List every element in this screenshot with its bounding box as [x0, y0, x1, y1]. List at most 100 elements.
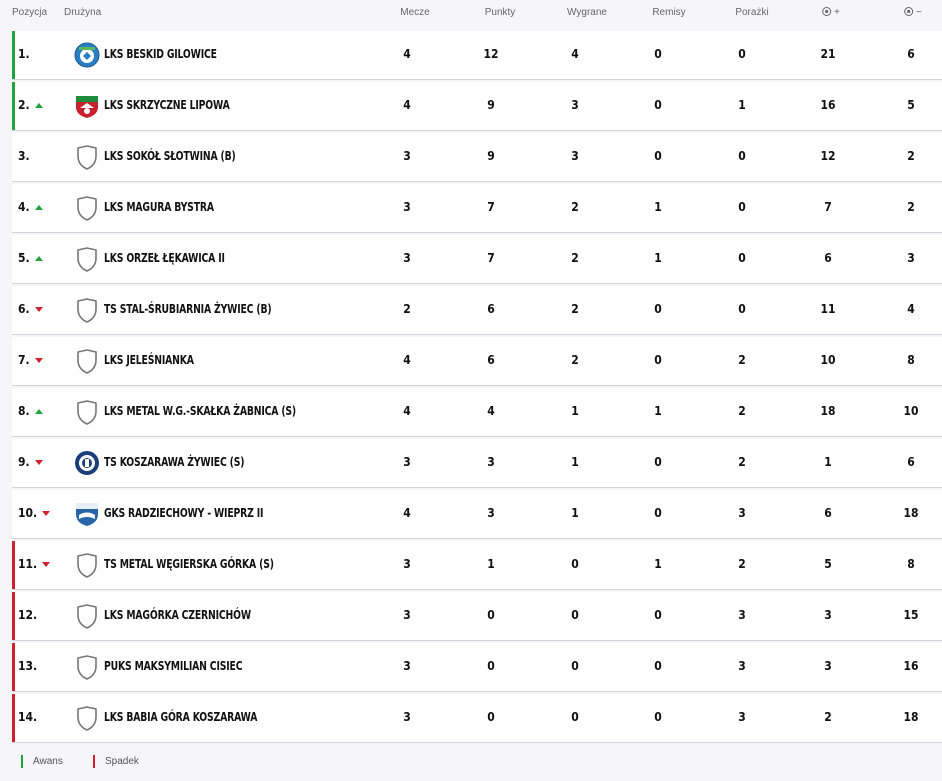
team-name-link[interactable]: LKS Babia Góra Koszarawa	[104, 710, 257, 724]
losses-cell: 0	[738, 47, 746, 61]
col-played-header: Mecze	[400, 7, 430, 18]
legend-relegation-label: Spadek	[105, 756, 139, 767]
position-cell: 7.	[18, 353, 43, 367]
losses-cell: 3	[738, 659, 746, 673]
played-cell: 3	[403, 455, 411, 469]
col-draws-header: Remisy	[652, 7, 686, 18]
wins-cell: 1	[571, 455, 579, 469]
table-row[interactable]: 3. LKS Sokół Słotwina (B) 3 9 3 0 0 12 2	[12, 133, 942, 182]
table-row[interactable]: 6. TS Stal-Śrubiarnia Żywiec (B) 2 6 2 0 0 11 4	[12, 286, 942, 335]
wins-cell: 3	[571, 98, 579, 112]
played-cell: 2	[403, 302, 411, 316]
points-cell: 12	[483, 47, 499, 61]
goals-against-cell: 2	[907, 149, 915, 163]
played-cell: 3	[403, 710, 411, 724]
losses-cell: 3	[738, 506, 746, 520]
col-losses-header: Porażki	[735, 7, 769, 18]
shield-icon	[74, 603, 100, 629]
team-name-link[interactable]: PUKS Maksymilian Cisiec	[104, 659, 243, 673]
legend-promotion-label: Awans	[33, 756, 63, 767]
table-row[interactable]: 14. LKS Babia Góra Koszarawa 3 0 0 0 3 2 18	[12, 694, 942, 743]
losses-cell: 2	[738, 557, 746, 571]
wins-cell: 2	[571, 200, 579, 214]
relegation-swatch	[93, 755, 95, 768]
played-cell: 3	[403, 251, 411, 265]
relegation-marker	[12, 541, 15, 589]
goals-against-cell: 18	[903, 506, 919, 520]
team-name-link[interactable]: LKS Beskid Gilowice	[104, 47, 217, 61]
draws-cell: 0	[654, 506, 662, 520]
wins-cell: 2	[571, 251, 579, 265]
goals-against-cell: 8	[907, 557, 915, 571]
losses-cell: 2	[738, 455, 746, 469]
losses-cell: 0	[738, 200, 746, 214]
table-row[interactable]: 5. LKS Orzeł Łękawica II 3 7 2 1 0 6 3	[12, 235, 942, 284]
radziechowy-crest	[74, 501, 100, 527]
team-name-link[interactable]: LKS Magórka Czernichów	[104, 608, 251, 622]
draws-cell: 0	[654, 302, 662, 316]
team-name-link[interactable]: LKS Jeleśnianka	[104, 353, 194, 367]
position-cell: 10.	[18, 506, 51, 520]
position-number: 9.	[18, 455, 30, 469]
team-name-link[interactable]: LKS Metal W.G.-Skałka Żabnica (S)	[104, 404, 296, 418]
shield-icon	[74, 399, 100, 425]
points-cell: 6	[487, 302, 495, 316]
points-cell: 1	[487, 557, 495, 571]
team-name-link[interactable]: GKS Radziechowy - Wieprz II	[104, 506, 263, 520]
played-cell: 3	[403, 149, 411, 163]
draws-cell: 0	[654, 149, 662, 163]
draws-cell: 0	[654, 608, 662, 622]
promotion-swatch	[21, 755, 23, 768]
promotion-marker	[12, 82, 15, 130]
points-cell: 3	[487, 455, 495, 469]
team-name-link[interactable]: TS Metal Węgierska Górka (S)	[104, 557, 274, 571]
football-icon	[904, 7, 914, 16]
col-wins-header: Wygrane	[567, 7, 607, 18]
points-cell: 0	[487, 608, 495, 622]
goals-for-cell: 5	[824, 557, 832, 571]
col-points-header: Punkty	[484, 7, 516, 18]
team-name-link[interactable]: LKS Skrzyczne Lipowa	[104, 98, 230, 112]
points-cell: 7	[487, 251, 495, 265]
shield-icon	[74, 195, 100, 221]
position-number: 1.	[18, 47, 30, 61]
relegation-marker	[12, 643, 15, 691]
koszarawa-crest	[74, 450, 100, 476]
table-row[interactable]: 2. LKS Skrzyczne Lipowa 4 9 3 0 1 16 5	[12, 82, 942, 131]
legend-relegation: Spadek	[93, 755, 139, 768]
goals-against-cell: 10	[903, 404, 919, 418]
position-number: 7.	[18, 353, 30, 367]
goals-against-cell: 6	[907, 455, 915, 469]
shield-icon	[74, 297, 100, 323]
team-name-link[interactable]: LKS Magura Bystra	[104, 200, 214, 214]
team-name-link[interactable]: TS Koszarawa Żywiec (S)	[104, 455, 244, 469]
table-row[interactable]: 8. LKS Metal W.G.-Skałka Żabnica (S) 4 4 1 1 2…	[12, 388, 942, 437]
position-cell: 3.	[18, 149, 30, 163]
shield-icon	[74, 144, 100, 170]
table-row[interactable]: 1. LKS Beskid Gilowice 4 12 4 0 0 21 6	[12, 31, 942, 80]
played-cell: 4	[403, 353, 411, 367]
shield-icon	[74, 654, 100, 680]
goals-for-cell: 16	[820, 98, 836, 112]
team-name-link[interactable]: LKS Sokół Słotwina (B)	[104, 149, 236, 163]
draws-cell: 1	[654, 557, 662, 571]
wins-cell: 0	[571, 557, 579, 571]
position-number: 12.	[18, 608, 38, 622]
draws-cell: 0	[654, 353, 662, 367]
goals-against-cell: 8	[907, 353, 915, 367]
table-row[interactable]: 4. LKS Magura Bystra 3 7 2 1 0 7 2	[12, 184, 942, 233]
table-row[interactable]: 13. PUKS Maksymilian Cisiec 3 0 0 0 3 3 16	[12, 643, 942, 692]
draws-cell: 0	[654, 455, 662, 469]
table-row[interactable]: 9. TS Koszarawa Żywiec (S) 3 3 1 0 2 1 6	[12, 439, 942, 488]
table-row[interactable]: 7. LKS Jeleśnianka 4 6 2 0 2 10 8	[12, 337, 942, 386]
team-name-link[interactable]: TS Stal-Śrubiarnia Żywiec (B)	[104, 302, 272, 316]
played-cell: 4	[403, 98, 411, 112]
table-row[interactable]: 11. TS Metal Węgierska Górka (S) 3 1 0 1 2 5 8	[12, 541, 942, 590]
lipowa-crest	[74, 93, 100, 119]
table-row[interactable]: 10. GKS Radziechowy - Wieprz II 4 3 1 0 3 6 18	[12, 490, 942, 539]
goals-against-cell: 6	[907, 47, 915, 61]
table-row[interactable]: 12. LKS Magórka Czernichów 3 0 0 0 3 3 15	[12, 592, 942, 641]
team-name-link[interactable]: LKS Orzeł Łękawica II	[104, 251, 225, 265]
goals-for-cell: 12	[820, 149, 836, 163]
played-cell: 4	[403, 47, 411, 61]
